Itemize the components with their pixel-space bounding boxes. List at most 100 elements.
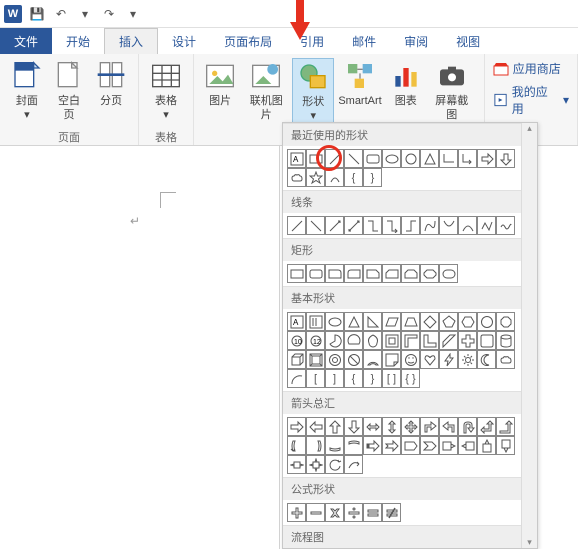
tab-layout[interactable]: 页面布局 bbox=[210, 28, 286, 54]
basic-halfframe[interactable] bbox=[401, 331, 420, 350]
basic-arc2[interactable] bbox=[287, 369, 306, 388]
tab-insert[interactable]: 插入 bbox=[104, 28, 158, 54]
arr-callout-u[interactable] bbox=[477, 436, 496, 455]
tab-design[interactable]: 设计 bbox=[158, 28, 210, 54]
tab-mailings[interactable]: 邮件 bbox=[338, 28, 390, 54]
tab-file[interactable]: 文件 bbox=[0, 28, 52, 54]
basic-parallelogram[interactable] bbox=[382, 312, 401, 331]
chart-button[interactable]: 图表 bbox=[386, 58, 426, 110]
rect-7[interactable] bbox=[401, 264, 420, 283]
save-icon[interactable]: 💾 bbox=[28, 5, 46, 23]
basic-foldedcorner[interactable] bbox=[382, 350, 401, 369]
basic-textbox-v[interactable] bbox=[306, 312, 325, 331]
arr-notched[interactable] bbox=[382, 436, 401, 455]
line-elbow3[interactable] bbox=[401, 216, 420, 235]
shape-rounded-rect[interactable] bbox=[363, 149, 382, 168]
basic-smiley[interactable] bbox=[401, 350, 420, 369]
line-double-arrow[interactable] bbox=[344, 216, 363, 235]
arr-circular[interactable] bbox=[325, 455, 344, 474]
app-store-button[interactable]: 应用商店 bbox=[493, 60, 569, 77]
arr-leftright[interactable] bbox=[363, 417, 382, 436]
table-button[interactable]: 表格▾ bbox=[145, 58, 187, 124]
shape-line[interactable] bbox=[325, 149, 344, 168]
shape-triangle[interactable] bbox=[420, 149, 439, 168]
shapes-button[interactable]: 形状▾ bbox=[292, 58, 334, 126]
tab-home[interactable]: 开始 bbox=[52, 28, 104, 54]
basic-bracket-l[interactable]: [ bbox=[306, 369, 325, 388]
basic-dbracket[interactable]: [ ] bbox=[382, 369, 401, 388]
rect-9[interactable] bbox=[439, 264, 458, 283]
basic-heart[interactable] bbox=[420, 350, 439, 369]
qat-customize-icon[interactable]: ▾ bbox=[124, 5, 142, 23]
arr-quad[interactable] bbox=[401, 417, 420, 436]
eq-divide[interactable] bbox=[344, 503, 363, 522]
basic-cloud[interactable] bbox=[496, 350, 515, 369]
blank-page-button[interactable]: 空白页 bbox=[48, 58, 91, 124]
basic-triangle[interactable] bbox=[344, 312, 363, 331]
basic-teardrop[interactable] bbox=[363, 331, 382, 350]
arr-down[interactable] bbox=[344, 417, 363, 436]
shape-arrow-right[interactable] bbox=[477, 149, 496, 168]
basic-pie[interactable] bbox=[325, 331, 344, 350]
line-curve1[interactable] bbox=[420, 216, 439, 235]
line-elbow2[interactable] bbox=[382, 216, 401, 235]
line-1[interactable] bbox=[287, 216, 306, 235]
shape-brace-right[interactable]: } bbox=[363, 168, 382, 187]
basic-cube[interactable] bbox=[287, 350, 306, 369]
basic-c10[interactable]: 10 bbox=[287, 331, 306, 350]
eq-multiply[interactable] bbox=[325, 503, 344, 522]
shape-elbow-arrow[interactable] bbox=[458, 149, 477, 168]
rect-4[interactable] bbox=[344, 264, 363, 283]
my-apps-button[interactable]: 我的应用▾ bbox=[493, 83, 569, 117]
dropdown-scrollbar[interactable]: ▴ ▾ bbox=[521, 123, 537, 548]
shape-arc[interactable] bbox=[325, 168, 344, 187]
scroll-down-icon[interactable]: ▾ bbox=[527, 537, 532, 548]
basic-brace-l[interactable]: { bbox=[344, 369, 363, 388]
rect-8[interactable] bbox=[420, 264, 439, 283]
arr-uturn[interactable] bbox=[458, 417, 477, 436]
redo-icon[interactable]: ↷ bbox=[100, 5, 118, 23]
eq-plus[interactable] bbox=[287, 503, 306, 522]
basic-ellipse[interactable] bbox=[325, 312, 344, 331]
arr-updown[interactable] bbox=[382, 417, 401, 436]
arr-bent[interactable] bbox=[420, 417, 439, 436]
arr-leftup[interactable] bbox=[477, 417, 496, 436]
basic-dbrace[interactable]: { } bbox=[401, 369, 420, 388]
basic-cross[interactable] bbox=[458, 331, 477, 350]
eq-equal[interactable] bbox=[363, 503, 382, 522]
basic-donut[interactable] bbox=[325, 350, 344, 369]
shape-textbox[interactable]: A bbox=[287, 149, 306, 168]
basic-heptagon[interactable] bbox=[477, 312, 496, 331]
line-scribble[interactable] bbox=[496, 216, 515, 235]
arr-bent2[interactable] bbox=[439, 417, 458, 436]
basic-blockarc[interactable] bbox=[363, 350, 382, 369]
rect-5[interactable] bbox=[363, 264, 382, 283]
line-2[interactable] bbox=[306, 216, 325, 235]
arr-bentup[interactable] bbox=[496, 417, 515, 436]
arr-chevron[interactable] bbox=[420, 436, 439, 455]
picture-button[interactable]: 图片 bbox=[200, 58, 240, 110]
basic-hexagon[interactable] bbox=[458, 312, 477, 331]
rect-6[interactable] bbox=[382, 264, 401, 283]
arr-pentagon[interactable] bbox=[401, 436, 420, 455]
basic-moon[interactable] bbox=[477, 350, 496, 369]
undo-icon[interactable]: ↶ bbox=[52, 5, 70, 23]
arr-callout-r[interactable] bbox=[439, 436, 458, 455]
basic-octagon[interactable] bbox=[496, 312, 515, 331]
eq-notequal[interactable] bbox=[382, 503, 401, 522]
shape-cloud-sm[interactable] bbox=[287, 168, 306, 187]
arr-swoosh[interactable] bbox=[344, 455, 363, 474]
basic-can[interactable] bbox=[496, 331, 515, 350]
arr-curved-d[interactable] bbox=[344, 436, 363, 455]
line-curve3[interactable] bbox=[458, 216, 477, 235]
basic-textbox[interactable]: A bbox=[287, 312, 306, 331]
basic-c12[interactable]: 12 bbox=[306, 331, 325, 350]
rect-2[interactable] bbox=[306, 264, 325, 283]
shape-arrow-down[interactable] bbox=[496, 149, 515, 168]
arr-striped[interactable] bbox=[363, 436, 382, 455]
shape-ellipse[interactable] bbox=[382, 149, 401, 168]
arr-left[interactable] bbox=[306, 417, 325, 436]
basic-bevel[interactable] bbox=[306, 350, 325, 369]
line-freeform[interactable] bbox=[477, 216, 496, 235]
basic-noentry[interactable] bbox=[344, 350, 363, 369]
